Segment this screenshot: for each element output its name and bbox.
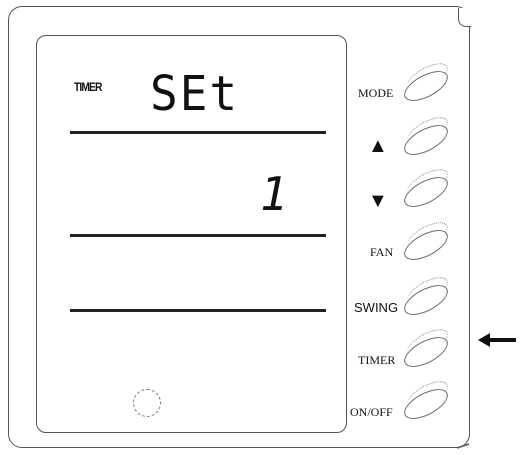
corner-tick (456, 443, 470, 449)
lcd-divider-3 (70, 309, 326, 312)
pointer-arrow-icon (478, 333, 516, 347)
fan-label: FAN (370, 245, 394, 259)
lcd-divider-2 (70, 234, 326, 237)
corner-notch (458, 8, 471, 27)
lcd-value-readout: 1 (260, 167, 288, 221)
sensor-circle (133, 389, 161, 417)
up-arrow-icon: ▲ (368, 135, 388, 157)
mode-label: MODE (358, 86, 394, 100)
lcd-main-readout: SEt (150, 64, 240, 122)
down-arrow-icon: ▼ (368, 190, 388, 212)
timer-label: TIMER (358, 353, 396, 367)
timer-indicator: TIMER (74, 80, 102, 94)
onoff-label: ON/OFF (350, 405, 393, 419)
swing-label: SWING (354, 300, 399, 315)
lcd-divider-1 (70, 131, 326, 134)
